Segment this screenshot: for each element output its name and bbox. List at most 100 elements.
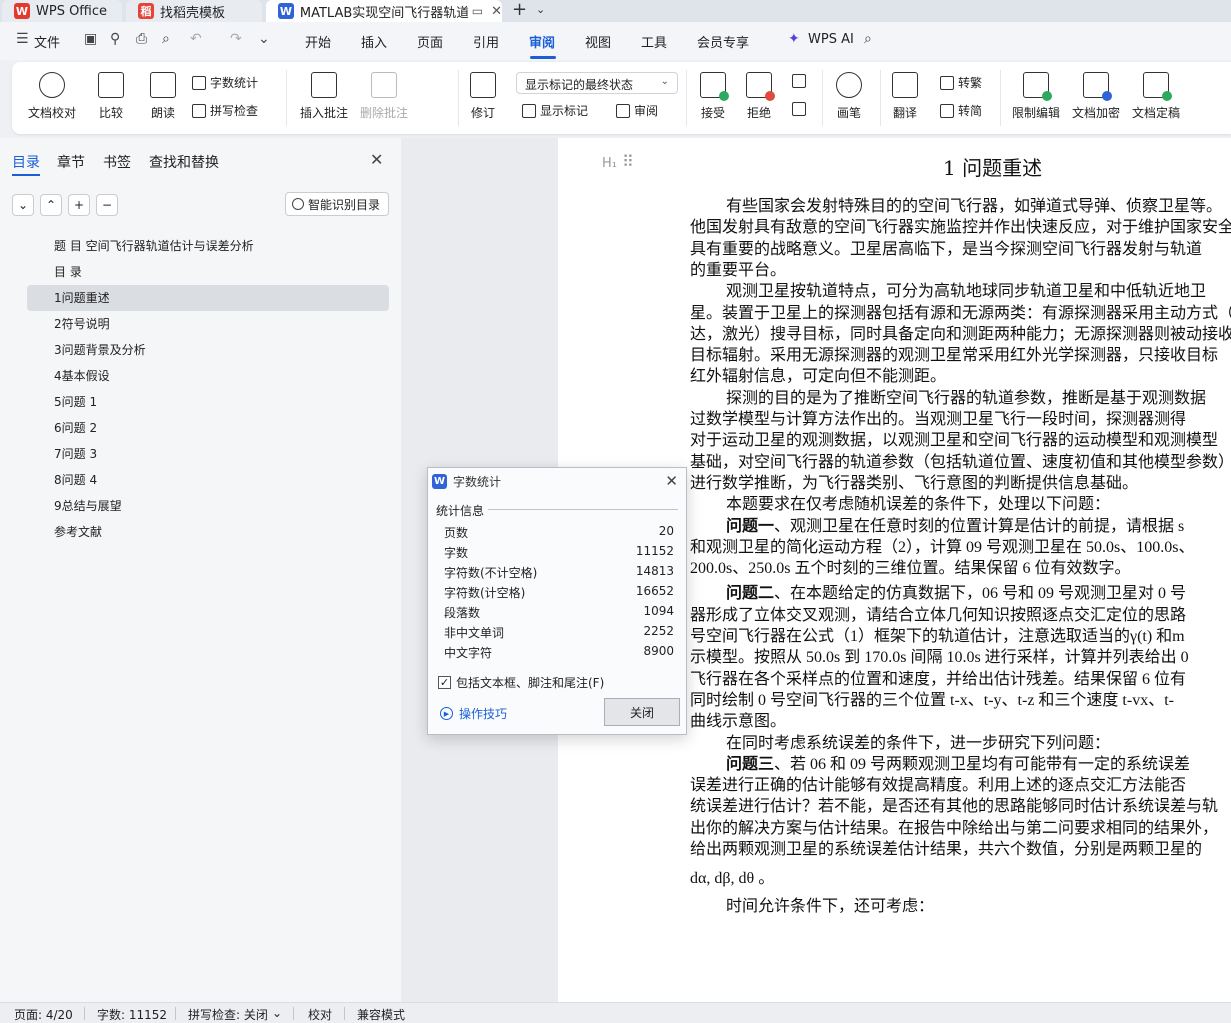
read-aloud-button[interactable]: 朗读 [150, 72, 176, 121]
toc-item[interactable]: 4基本假设 [27, 363, 389, 389]
nav-tab-toc[interactable]: 目录 [12, 152, 40, 172]
insert-comment-icon [311, 72, 337, 98]
smart-icon [292, 198, 304, 210]
close-icon[interactable]: ✕ [370, 150, 383, 169]
encrypt-button[interactable]: 文档加密 [1072, 72, 1120, 121]
nav-tab-chapters[interactable]: 章节 [57, 152, 85, 172]
tab-document[interactable]: W MATLAB实现空间飞行器轨道 ▭ ✕ [266, 0, 502, 22]
close-button[interactable]: 关闭 [604, 698, 680, 726]
revise-button[interactable]: 修订 [470, 72, 496, 121]
hamburger-icon[interactable]: ☰ [16, 31, 29, 47]
insert-comment-button[interactable]: 插入批注 [300, 72, 348, 121]
tab-template[interactable]: 稻 找稻壳模板 [126, 0, 262, 22]
toc-item[interactable]: 3问题背景及分析 [27, 337, 389, 363]
delete-comment-button[interactable]: 删除批注 [360, 72, 408, 121]
draw-button[interactable]: 画笔 [836, 72, 862, 121]
divider [293, 1007, 294, 1020]
divider [880, 70, 881, 126]
checkmark-icon: ✓ [438, 676, 451, 689]
accept-label: 接受 [700, 106, 725, 120]
toc-item[interactable]: 题 目 空间飞行器轨道估计与误差分析 [27, 233, 389, 259]
show-marks-button[interactable]: 显示标记 [522, 102, 588, 119]
spell-check-button[interactable]: 拼写检查 [192, 102, 258, 119]
chevron-down-icon[interactable]: ⌄ [258, 31, 270, 47]
menu-member[interactable]: 会员专享 [697, 32, 749, 51]
section-heading: 1 问题重述 [943, 156, 1043, 180]
restrict-edit-button[interactable]: 限制编辑 [1012, 72, 1060, 121]
word-count-status[interactable]: 字数: 11152 [97, 1006, 167, 1023]
add-heading-button[interactable]: + [68, 194, 90, 216]
toc-item[interactable]: 6问题 2 [27, 415, 389, 441]
to-simplified-button[interactable]: 转简 [940, 102, 982, 119]
toc-item-active[interactable]: 1问题重述 [27, 285, 389, 311]
drag-handle-icon[interactable]: ⠿ [622, 152, 634, 171]
include-textbox-checkbox[interactable]: ✓ 包括文本框、脚注和尾注(F) [438, 674, 604, 691]
save-icon[interactable]: ▣ [84, 31, 97, 47]
remove-heading-button[interactable]: − [96, 194, 118, 216]
menu-wps-ai[interactable]: WPS AI [808, 32, 854, 47]
reject-button[interactable]: 拒绝 [746, 72, 775, 121]
divider [175, 1007, 176, 1020]
translate-button[interactable]: 翻译 [892, 72, 918, 121]
collapse-down-button[interactable]: ⌄ [12, 194, 34, 216]
proof-status[interactable]: 校对 [308, 1006, 332, 1023]
menu-start[interactable]: 开始 [305, 32, 331, 51]
dialog-title-bar[interactable]: W 字数统计 [428, 468, 686, 494]
page-indicator[interactable]: 页面: 4/20 [14, 1006, 73, 1023]
toc-item[interactable]: 9总结与展望 [27, 493, 389, 519]
print-icon[interactable]: ⎙ [136, 31, 147, 47]
encrypt-icon [1083, 72, 1112, 101]
word-count-button[interactable]: 字数统计 [192, 74, 258, 91]
tab-wps-office[interactable]: W WPS Office [2, 0, 122, 22]
nav-tab-find-replace[interactable]: 查找和替换 [149, 152, 219, 172]
toc-item[interactable]: 目 录 [27, 259, 389, 285]
print-preview-icon[interactable]: ⌕ [162, 31, 170, 47]
review-pane-button[interactable]: 审阅 [616, 102, 658, 119]
compat-mode-status: 兼容模式 [357, 1008, 406, 1022]
to-traditional-button[interactable]: 转繁 [940, 74, 982, 91]
spell-check-status[interactable]: 拼写检查: 关闭 [188, 1006, 268, 1023]
draw-label: 画笔 [836, 106, 861, 120]
menu-tools[interactable]: 工具 [641, 32, 667, 51]
chevron-down-icon[interactable]: ⌄ [272, 1006, 282, 1020]
menu-file[interactable]: 文件 [34, 32, 60, 51]
previous-change-button[interactable] [792, 74, 810, 88]
finalize-button[interactable]: 文档定稿 [1132, 72, 1180, 121]
menu-page[interactable]: 页面 [417, 32, 443, 51]
spell-check-icon [192, 103, 206, 118]
accept-button[interactable]: 接受 [700, 72, 729, 121]
delete-comment-icon [371, 72, 397, 98]
writer-logo-icon: W [278, 3, 294, 19]
tips-link[interactable]: ▶ 操作技巧 [440, 705, 507, 722]
compare-button[interactable]: 比较 [98, 72, 124, 121]
next-change-button[interactable] [792, 102, 810, 116]
menu-view[interactable]: 视图 [585, 32, 611, 51]
nav-tab-bookmarks[interactable]: 书签 [103, 152, 131, 172]
close-icon[interactable]: ✕ [491, 4, 502, 19]
undo-icon[interactable]: ↶ [190, 31, 202, 47]
translate-label: 翻译 [892, 106, 917, 120]
toc-item[interactable]: 8问题 4 [27, 467, 389, 493]
chevron-down-icon[interactable]: ⌄ [536, 3, 545, 16]
search-icon[interactable]: ⌕ [864, 31, 872, 47]
smart-toc-button[interactable]: 智能识别目录 [285, 192, 389, 216]
document-text-line: dα, dβ, dθ 。 [690, 870, 775, 888]
toc-item[interactable]: 2符号说明 [27, 311, 389, 337]
toc-item[interactable]: 参考文献 [27, 519, 389, 545]
doc-check-button[interactable]: 文档校对 [28, 72, 76, 121]
redo-icon[interactable]: ↷ [230, 31, 242, 47]
close-icon[interactable]: ✕ [665, 472, 678, 490]
document-text-line: 200.0s、250.0s 五个时刻的三维位置。结果保留 6 位有效数字。 [690, 560, 1131, 578]
share-icon[interactable]: ⚲ [110, 31, 120, 47]
toc-item[interactable]: 7问题 3 [27, 441, 389, 467]
menu-reference[interactable]: 引用 [473, 32, 499, 51]
toc-item[interactable]: 5问题 1 [27, 389, 389, 415]
collapse-up-button[interactable]: ⌃ [40, 194, 62, 216]
new-tab-icon[interactable]: + [512, 0, 527, 22]
stat-value: 1094 [643, 604, 674, 618]
monitor-icon[interactable]: ▭ [472, 4, 483, 18]
menu-insert[interactable]: 插入 [361, 32, 387, 51]
menu-review[interactable]: 审阅 [529, 32, 555, 51]
heading-level-icon[interactable]: H₁ [602, 156, 617, 171]
display-state-select[interactable]: 显示标记的最终状态 ⌄ [516, 72, 678, 94]
